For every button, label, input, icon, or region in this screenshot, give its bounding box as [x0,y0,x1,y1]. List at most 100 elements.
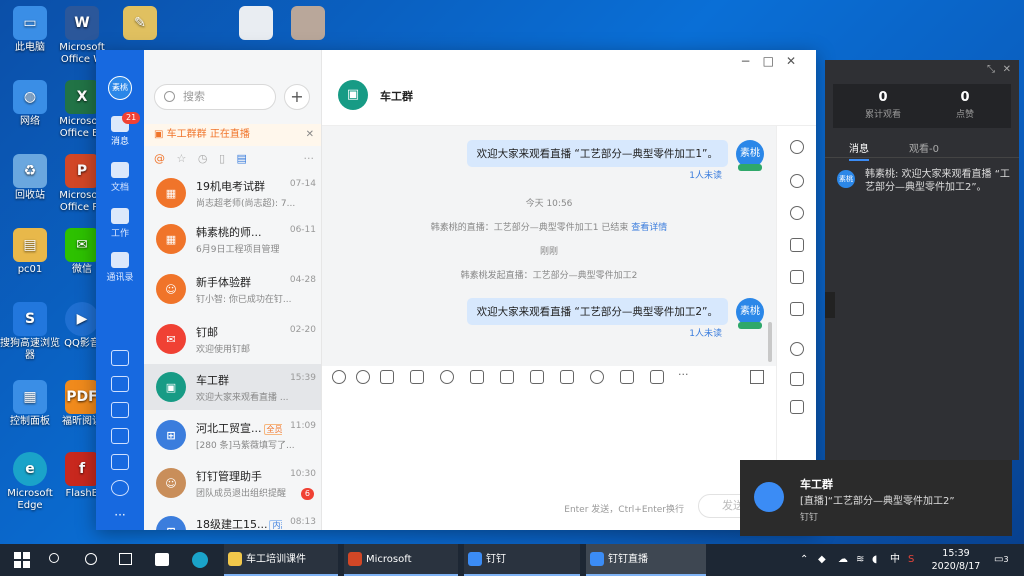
rail-calendar-button[interactable] [96,350,144,368]
taskbar-app-powerpoint[interactable]: Microsoft PowerP... [344,544,458,576]
tv-icon[interactable] [790,302,804,316]
task-icon[interactable] [530,370,544,384]
taskbar-app-folder[interactable]: 车工培训课件 [224,544,338,576]
desktop-icon-partial[interactable]: ✎ [110,6,170,42]
tray-overflow-icon[interactable]: ⌃ [800,544,808,576]
star-icon[interactable]: ☆ [177,152,187,165]
close-icon[interactable]: ✕ [306,124,314,146]
message-input[interactable]: Enter 发送，Ctrl+Enter换行 发送 [322,388,776,530]
more-icon[interactable]: ··· [304,152,315,165]
rail-call-button[interactable] [96,428,144,446]
rail-item-docs[interactable]: 文档 [96,162,144,193]
conversation-item[interactable]: ⊞ 18级建工15...内部 08:13 [144,508,321,530]
mail-icon[interactable] [650,370,664,384]
group-avatar-icon[interactable]: ▣ [338,80,368,110]
rail-mail-button[interactable] [96,454,144,472]
start-button[interactable] [10,544,34,576]
ding-icon[interactable] [560,370,574,384]
rail-apps-button[interactable] [96,480,144,498]
mention-icon[interactable] [440,370,454,384]
add-member-icon[interactable] [790,174,804,188]
task-view-button[interactable] [114,544,138,576]
desktop-icon-edge[interactable]: e Microsoft Edge [0,452,60,512]
message-bubble[interactable]: 欢迎大家来观看直播 “工艺部分—典型零件加工1”。 [466,140,728,167]
rail-item-contacts[interactable]: 通讯录 [96,252,144,283]
rail-item-work[interactable]: 工作 [96,208,144,239]
system-clock[interactable]: 15:39 2020/8/17 [928,547,984,573]
file-upload-icon[interactable] [470,370,484,384]
desktop-icon-pc01[interactable]: ▤ pc01 [0,228,60,276]
conversation-item[interactable]: ✉ 钉邮 02-20 欢迎使用钉邮 [144,316,321,362]
apps-icon[interactable] [790,342,804,356]
store-button[interactable] [150,544,174,576]
message-bubble[interactable]: 欢迎大家来观看直播 “工艺部分—典型零件加工2”。 [466,298,728,325]
cortana-button[interactable] [80,544,104,576]
call-icon[interactable] [590,370,604,384]
at-icon[interactable]: @ [154,152,165,165]
edge-taskbar-button[interactable] [188,544,212,576]
desktop-icon-recycle-bin[interactable]: ♻ 回收站 [0,154,60,202]
more-icon[interactable]: ··· [678,368,689,381]
wifi-icon[interactable]: ≋ [856,544,864,576]
search-input[interactable]: 搜索 [154,84,276,110]
user-avatar[interactable]: 素桃 [108,76,132,100]
doc-icon[interactable]: ▤ [237,152,247,165]
desktop-icon-partial[interactable] [226,6,286,42]
search-button[interactable] [44,544,68,576]
cube-icon[interactable] [790,400,804,414]
desktop-icon-partial[interactable] [278,6,338,42]
conversation-item-active[interactable]: ▣ 车工群 15:39 欢迎大家来观看直播 ... [144,364,321,410]
collapse-icon[interactable]: ⤡ [987,64,995,75]
unread-count[interactable]: 1人未读 [689,326,722,339]
close-icon[interactable]: ✕ [786,54,808,68]
gif-icon[interactable] [332,370,346,384]
notebook-icon[interactable] [790,372,804,386]
conversation-item[interactable]: ☺ 新手体验群 04-28 钉小智: 你已成功在钉... [144,266,321,312]
minimize-icon[interactable]: − [741,54,763,68]
close-icon[interactable]: ✕ [1003,64,1011,75]
volume-icon[interactable]: ◖ [872,544,877,576]
live-banner[interactable]: ▣ 车工群群 正在直播 ✕ [144,124,321,146]
rail-more-button[interactable]: ··· [96,508,144,522]
rail-ding-button[interactable] [96,402,144,420]
chat-title[interactable]: 车工群 [380,88,413,104]
desktop-icon-sogou-browser[interactable]: S 搜狗高速浏览器 [0,302,60,362]
history-icon[interactable]: ◷ [198,152,208,165]
rail-item-messages[interactable]: 消息 21 [96,112,144,147]
thumbs-up-icon[interactable] [380,370,394,384]
rail-todo-button[interactable] [96,376,144,394]
unread-count[interactable]: 1人未读 [689,168,722,181]
conversation-item[interactable]: ⊞ 河北工贸宣... 全员 11:09 [280 条]马紫薇填写了... [144,412,321,458]
conversation-item[interactable]: ▦ 19机电考试群 07-14 尚志超老师(尚志超): 7... [144,170,321,216]
more-options-icon[interactable] [790,140,804,154]
view-details-link[interactable]: 查看详情 [631,223,667,233]
sender-avatar[interactable]: 素桃 [736,140,764,171]
desktop-icon-this-pc[interactable]: ▭ 此电脑 [0,6,60,54]
pin-icon[interactable]: ▯ [219,152,225,165]
taskbar-app-dingtalk[interactable]: 钉钉 [464,544,580,576]
desktop-icon-network[interactable]: ◍ 网络 [0,80,60,128]
ime-indicator[interactable]: 中 [890,544,900,576]
conversation-item[interactable]: ☺ 钉钉管理助手 10:30 团队成员退出组织提醒 6 [144,460,321,506]
network-tray-icon[interactable]: ☁ [838,544,848,576]
tab-viewers[interactable]: 观看-0 [909,140,939,155]
sender-avatar[interactable]: 素桃 [736,298,764,329]
calendar-icon[interactable] [500,370,514,384]
sogou-ime-icon[interactable]: S [908,544,914,576]
create-button[interactable]: + [284,84,310,110]
conversation-item[interactable]: ▦ 韩素桃的师... 06-11 6月9日工程项目管理 [144,216,321,262]
history-icon[interactable] [790,206,804,220]
security-icon[interactable]: ◆ [818,544,826,576]
folder-icon[interactable] [790,238,804,252]
taskbar-app-dingtalk-live[interactable]: 钉钉直播 [586,544,706,576]
scrollbar[interactable] [768,322,772,362]
live-icon[interactable] [620,370,634,384]
desktop-icon-control-panel[interactable]: ▦ 控制面板 [0,380,60,428]
expand-icon[interactable] [750,370,764,384]
panel-toggle-handle[interactable] [825,292,835,318]
notification-toast[interactable]: 车工群 [直播]“工艺部分—典型零件加工2” 钉钉 [740,460,1012,536]
maximize-icon[interactable]: □ [763,54,786,68]
announcement-icon[interactable] [790,270,804,284]
tab-messages[interactable]: 消息 [849,140,869,161]
scissors-icon[interactable] [410,370,424,384]
